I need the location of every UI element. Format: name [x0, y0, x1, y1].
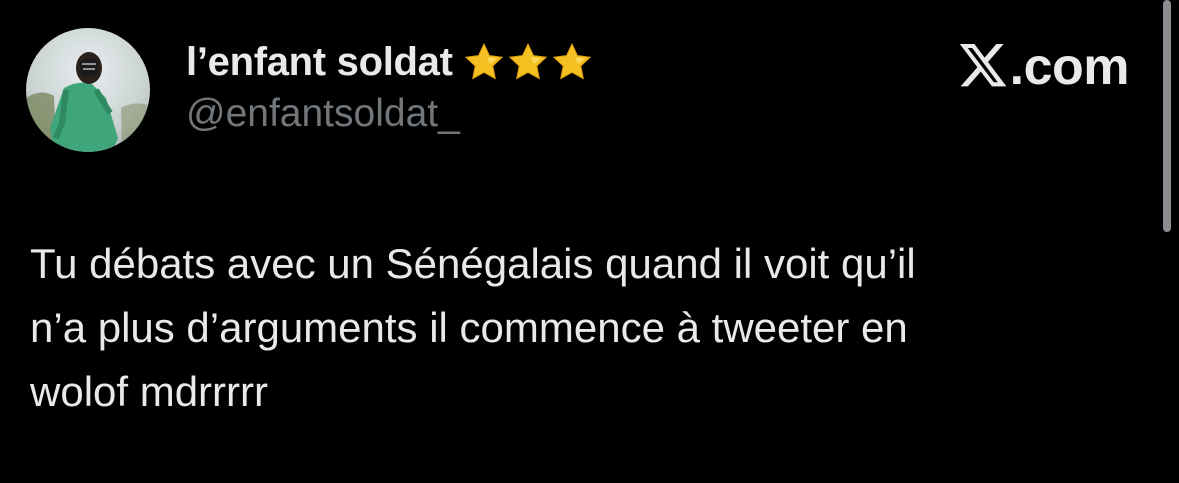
author-handle[interactable]: @enfantsoldat_: [186, 92, 460, 136]
brand-watermark: .com: [959, 38, 1130, 96]
star-icon: [508, 42, 547, 80]
avatar-photo: [26, 28, 150, 152]
star-icon: [464, 42, 503, 80]
author-name-row: l’enfant soldat: [186, 34, 593, 90]
post-text: Tu débats avec un Sénégalais quand il vo…: [30, 240, 916, 415]
scrollbar[interactable]: [1163, 0, 1171, 232]
brand-domain: .com: [1009, 38, 1130, 96]
star-icon: [552, 42, 591, 80]
avatar[interactable]: [26, 28, 150, 152]
x-logo-icon: [959, 44, 1007, 87]
author-badges: [463, 41, 593, 83]
author-display-name[interactable]: l’enfant soldat: [186, 40, 453, 85]
